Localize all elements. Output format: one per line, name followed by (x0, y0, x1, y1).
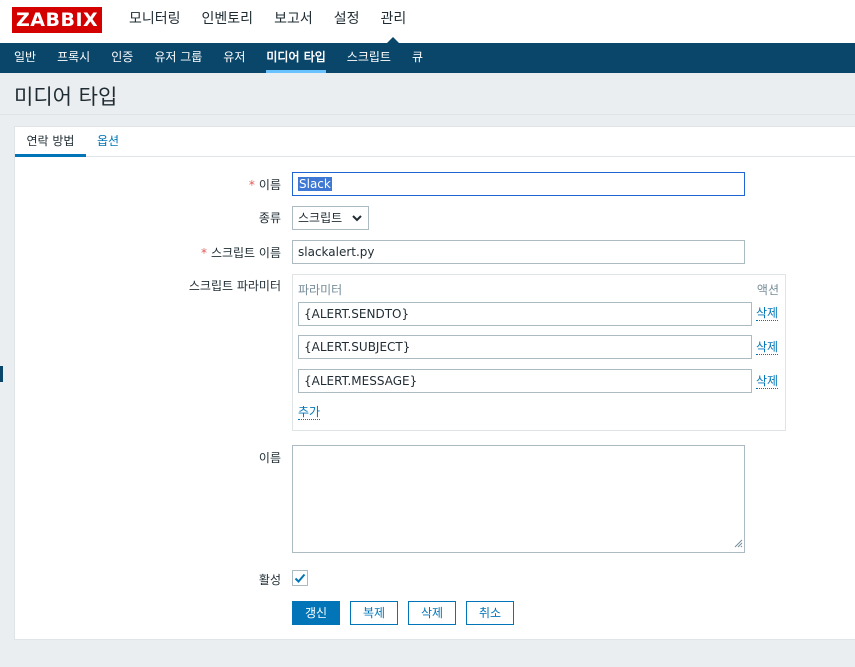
param-input[interactable]: {ALERT.SENDTO} (298, 302, 752, 326)
required-marker: * (248, 178, 255, 192)
required-marker: * (200, 246, 207, 260)
type-label: 종류 (258, 211, 281, 225)
checkmark-icon (294, 573, 306, 583)
param-remove-link[interactable]: 삭제 (756, 306, 779, 321)
script-params-table: 파라미터 액션 {ALERT.SENDTO} 삭제 {ALERT.SUBJECT… (292, 274, 786, 431)
add-param-link[interactable]: 추가 (298, 405, 321, 420)
param-remove-link[interactable]: 삭제 (756, 340, 779, 355)
form-labels: * 이름 종류 * 스크립트 이름 스크립트 파라미터 이름 활성 (0, 0, 281, 667)
chevron-down-icon (350, 210, 364, 232)
description-label: 이름 (258, 451, 281, 465)
name-label: * 이름 (249, 176, 281, 193)
name-input[interactable]: Slack (292, 172, 745, 196)
clone-button[interactable]: 복제 (350, 601, 398, 625)
main-menu-item-configuration[interactable]: 설정 (334, 0, 360, 43)
type-select[interactable]: 스크립트 (292, 206, 369, 230)
sub-menu-item-scripts[interactable]: 스크립트 (347, 43, 391, 73)
script-name-input[interactable]: slackalert.py (292, 240, 745, 264)
update-button[interactable]: 갱신 (292, 601, 340, 625)
sub-menu-item-queue[interactable]: 큐 (412, 43, 423, 73)
resize-grip-icon[interactable] (733, 537, 743, 551)
cancel-button[interactable]: 취소 (466, 601, 514, 625)
param-input[interactable]: {ALERT.MESSAGE} (298, 369, 752, 393)
param-input[interactable]: {ALERT.SUBJECT} (298, 335, 752, 359)
params-header-action: 액션 (756, 283, 779, 297)
script-name-label: * 스크립트 이름 (201, 244, 281, 261)
script-params-label: 스크립트 파라미터 (188, 279, 281, 293)
delete-button[interactable]: 삭제 (408, 601, 456, 625)
description-textarea[interactable] (292, 445, 745, 553)
enabled-label: 활성 (258, 573, 281, 587)
main-menu-item-administration[interactable]: 관리 (380, 0, 406, 44)
name-input-value: Slack (298, 177, 332, 191)
script-name-label-text: 스크립트 이름 (210, 246, 281, 260)
params-header-parameter: 파라미터 (298, 283, 343, 297)
name-label-text: 이름 (258, 178, 281, 192)
param-remove-link[interactable]: 삭제 (756, 374, 779, 389)
type-select-value: 스크립트 (298, 211, 343, 225)
enabled-checkbox[interactable] (292, 570, 308, 586)
